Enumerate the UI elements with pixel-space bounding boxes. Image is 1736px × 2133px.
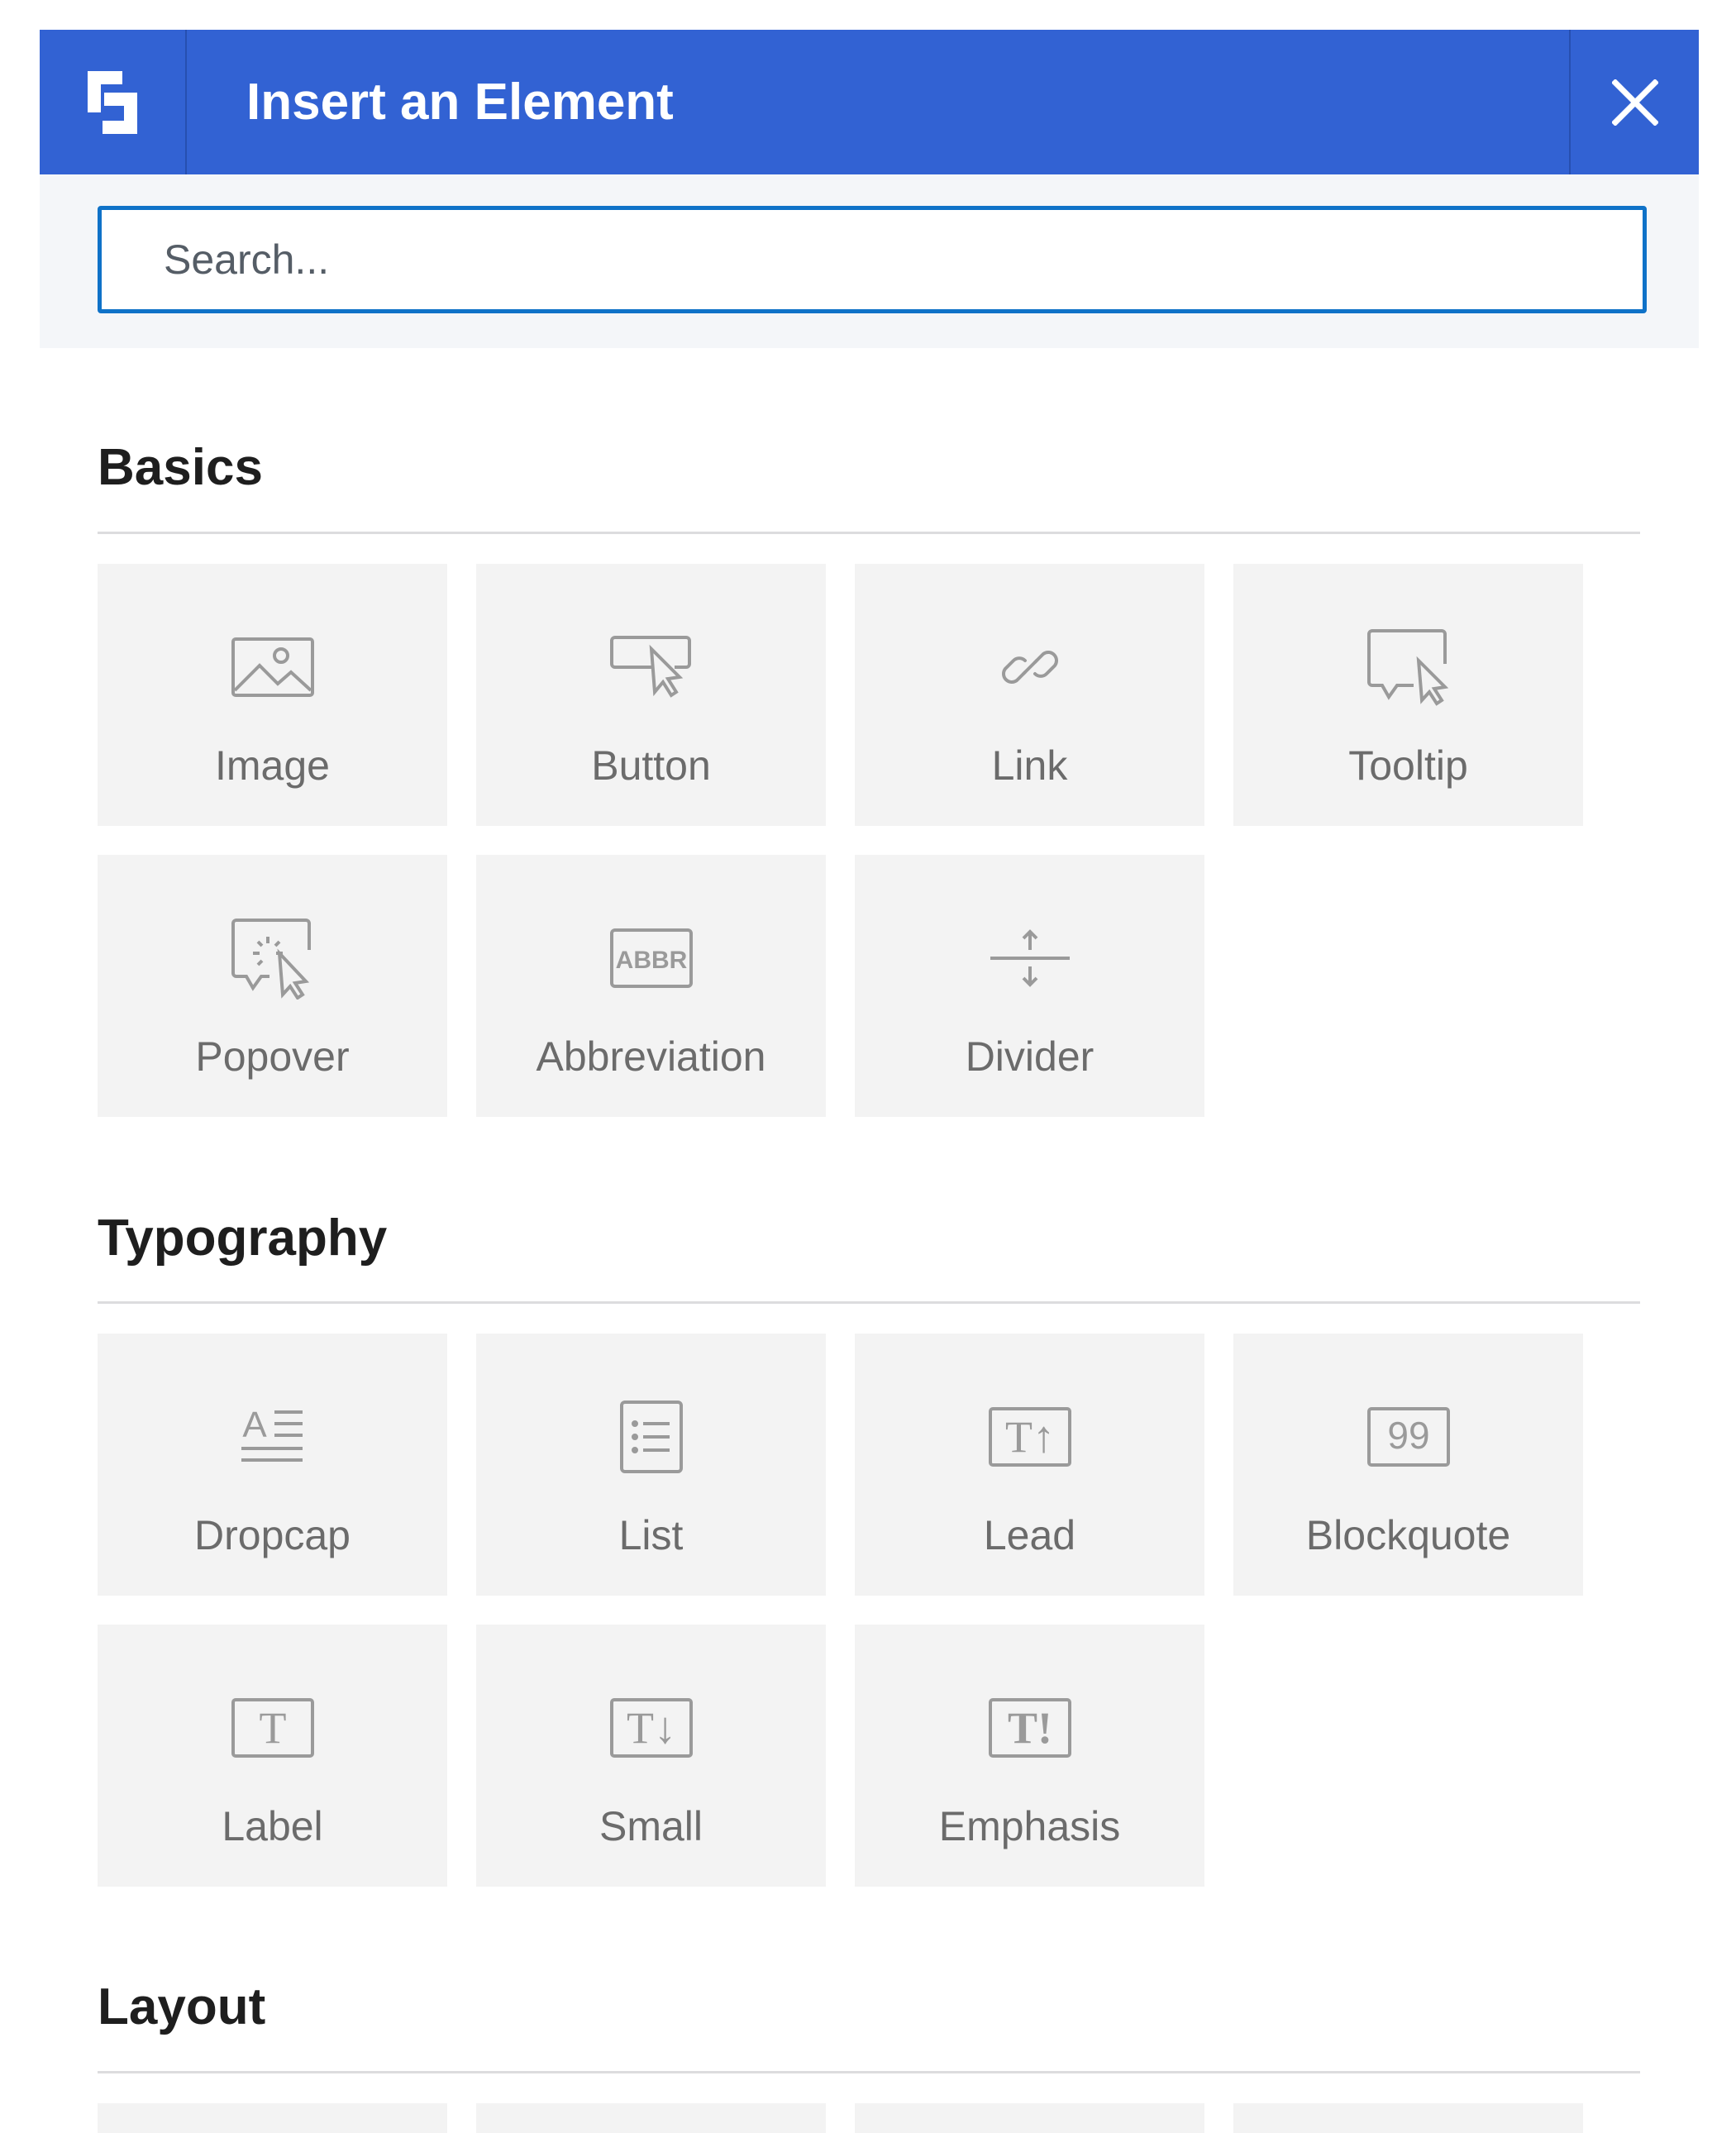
close-icon [1611,79,1658,126]
element-tile-link[interactable]: Link [855,564,1204,826]
emphasis-icon-text: T! [1008,1703,1052,1753]
close-button[interactable] [1569,30,1699,174]
element-tile-label: Lead [983,1512,1076,1558]
divider-icon [855,913,1204,1004]
dropcap-icon-text: A [242,1405,267,1445]
element-tile-layout-3[interactable] [855,2103,1204,2133]
element-tile-abbreviation[interactable]: ABBR Abbreviation [476,855,826,1117]
search-input[interactable] [98,206,1647,313]
abbr-icon-text: ABBR [615,947,687,974]
section-divider [98,2071,1640,2073]
dialog-header: Insert an Element [40,30,1699,174]
emphasis-icon: T! [855,1682,1204,1773]
blockquote-icon: 99 [1233,1391,1583,1482]
element-tile-divider[interactable]: Divider [855,855,1204,1117]
element-tile-emphasis[interactable]: T! Emphasis [855,1625,1204,1887]
element-tile-label-element[interactable]: T Label [98,1625,447,1887]
element-tile-label: Link [991,742,1068,789]
dropcap-icon: A [98,1391,447,1482]
element-tile-label: Tooltip [1348,742,1468,789]
label-icon-text: T [259,1703,286,1753]
popover-icon [98,913,447,1004]
element-tile-blockquote[interactable]: 99 Blockquote [1233,1334,1583,1596]
lead-icon-text: T↑ [1005,1412,1055,1462]
element-tile-label: Abbreviation [536,1033,766,1080]
element-tile-label: Emphasis [938,1803,1121,1849]
section-title-basics: Basics [98,439,263,496]
element-tile-layout-1[interactable] [98,2103,447,2133]
small-icon: T↓ [476,1682,826,1773]
element-tile-button[interactable]: Button [476,564,826,826]
link-icon [855,622,1204,713]
element-tile-layout-2[interactable] [476,2103,826,2133]
element-tile-label: Small [599,1803,703,1849]
element-tile-label: List [618,1512,684,1558]
element-tile-dropcap[interactable]: A Dropcap [98,1334,447,1596]
element-tile-label: Label [222,1803,323,1849]
button-cursor-icon [476,622,826,713]
element-tile-label: Dropcap [194,1512,351,1558]
element-tile-layout-4[interactable] [1233,2103,1583,2133]
logo [40,30,187,174]
element-tile-small[interactable]: T↓ Small [476,1625,826,1887]
element-tile-label: Popover [195,1033,350,1080]
section-divider [98,532,1640,534]
section-title-typography: Typography [98,1210,388,1267]
abbr-icon: ABBR [476,913,826,1004]
element-tile-label: Blockquote [1305,1512,1511,1558]
element-tile-popover[interactable]: Popover [98,855,447,1117]
insert-element-dialog: Insert an Element Basics Image [0,0,1736,2133]
image-icon [98,622,447,713]
label-icon: T [98,1682,447,1773]
element-tile-label: Divider [965,1033,1095,1080]
element-tile-image[interactable]: Image [98,564,447,826]
section-divider [98,1301,1640,1304]
section-title-layout: Layout [98,1978,266,2035]
element-tile-lead[interactable]: T↑ Lead [855,1334,1204,1596]
element-tile-list[interactable]: List [476,1334,826,1596]
element-tile-label: Image [215,742,330,789]
list-icon [476,1391,826,1482]
blockquote-icon-text: 99 [1387,1414,1429,1457]
lead-icon: T↑ [855,1391,1204,1482]
tooltip-icon [1233,622,1583,713]
element-tile-label: Button [591,742,711,789]
dialog-title: Insert an Element [246,74,674,131]
small-icon-text: T↓ [627,1703,676,1753]
element-tile-tooltip[interactable]: Tooltip [1233,564,1583,826]
search-area [40,174,1699,348]
block-logo-icon [83,66,142,139]
